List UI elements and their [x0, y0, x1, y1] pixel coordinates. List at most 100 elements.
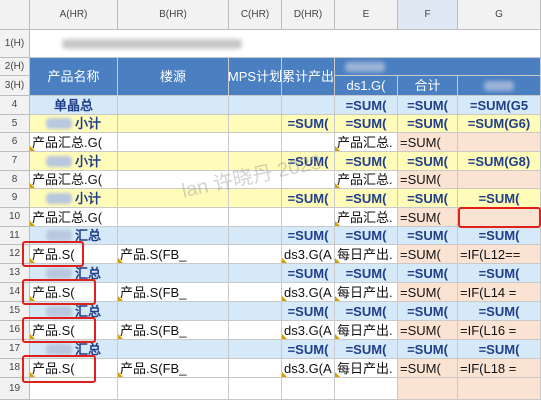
cell-d13[interactable]: =SUM( — [282, 264, 335, 283]
row-header-1[interactable]: 1(H) — [0, 30, 30, 58]
cell-g9[interactable]: =SUM( — [458, 189, 541, 208]
cell-b16[interactable]: 产品.S(FB_ — [118, 321, 229, 340]
cell-c6[interactable] — [229, 133, 282, 152]
row-header-5[interactable]: 5 — [0, 115, 30, 133]
cell-b8[interactable] — [118, 171, 229, 189]
row-header-6[interactable]: 6 — [0, 133, 30, 152]
cell-c11[interactable] — [229, 227, 282, 245]
cell-e11[interactable]: =SUM( — [335, 227, 398, 245]
cell-b9[interactable] — [118, 189, 229, 208]
column-header-chr[interactable]: C(HR) — [229, 0, 282, 30]
cell-c10[interactable] — [229, 208, 282, 227]
cell-a11[interactable]: 汇总 — [30, 227, 118, 245]
cell-g14[interactable]: =IF(L14 = — [458, 283, 541, 302]
row-header-18[interactable]: 18 — [0, 359, 30, 378]
cell-c19[interactable] — [229, 378, 282, 400]
cell-f17[interactable]: =SUM( — [398, 340, 458, 359]
cell-f11[interactable]: =SUM( — [398, 227, 458, 245]
cell-a14[interactable]: 产品.S( — [30, 283, 118, 302]
cell-d6[interactable] — [282, 133, 335, 152]
cell-f15[interactable]: =SUM( — [398, 302, 458, 321]
cell-b10[interactable] — [118, 208, 229, 227]
row-header-14[interactable]: 14 — [0, 283, 30, 302]
cell-c14[interactable] — [229, 283, 282, 302]
row-header-17[interactable]: 17 — [0, 340, 30, 359]
cell-c15[interactable] — [229, 302, 282, 321]
cell-d19[interactable] — [282, 378, 335, 400]
cell-f6[interactable]: =SUM( — [398, 133, 458, 152]
cell-f18[interactable]: =SUM( — [398, 359, 458, 378]
cell-a12[interactable]: 产品.S( — [30, 245, 118, 264]
cell-d18[interactable]: ds3.G(A — [282, 359, 335, 378]
cell-a7[interactable]: 小计 — [30, 152, 118, 171]
cell-g16[interactable]: =IF(L16 = — [458, 321, 541, 340]
cell-e5[interactable]: =SUM( — [335, 115, 398, 133]
cell-d5[interactable]: =SUM( — [282, 115, 335, 133]
cell-b12[interactable]: 产品.S(FB_ — [118, 245, 229, 264]
cell-c16[interactable] — [229, 321, 282, 340]
cell-a4[interactable]: 单晶总 — [30, 96, 118, 115]
cell-f16[interactable]: =SUM( — [398, 321, 458, 340]
cell-g4[interactable]: =SUM(G5 — [458, 96, 541, 115]
cell-f4[interactable]: =SUM( — [398, 96, 458, 115]
cell-e9[interactable]: =SUM( — [335, 189, 398, 208]
cell-g13[interactable]: =SUM( — [458, 264, 541, 283]
cell-c9[interactable] — [229, 189, 282, 208]
cell-e4[interactable]: =SUM( — [335, 96, 398, 115]
cell-e16[interactable]: 每日产出. — [335, 321, 398, 340]
row-header-10[interactable]: 10 — [0, 208, 30, 227]
cell-a15[interactable]: 汇总 — [30, 302, 118, 321]
column-header-e[interactable]: E — [335, 0, 398, 30]
cell-b4[interactable] — [118, 96, 229, 115]
cell-g5[interactable]: =SUM(G6) — [458, 115, 541, 133]
cell-f5[interactable]: =SUM( — [398, 115, 458, 133]
cell-f14[interactable]: =SUM( — [398, 283, 458, 302]
row-header-4[interactable]: 4 — [0, 96, 30, 115]
row-header-11[interactable]: 11 — [0, 227, 30, 245]
cell-g8[interactable] — [458, 171, 541, 189]
cell-a19[interactable] — [30, 378, 118, 400]
cell-a5[interactable]: 小计 — [30, 115, 118, 133]
column-header-ahr[interactable]: A(HR) — [30, 0, 118, 30]
cell-e7[interactable]: =SUM( — [335, 152, 398, 171]
cell-c8[interactable] — [229, 171, 282, 189]
row-header-12[interactable]: 12 — [0, 245, 30, 264]
cell-e13[interactable]: =SUM( — [335, 264, 398, 283]
cell-b17[interactable] — [118, 340, 229, 359]
row-header-3[interactable]: 3(H) — [0, 76, 30, 96]
cell-f19[interactable] — [398, 378, 458, 400]
cell-d7[interactable]: =SUM( — [282, 152, 335, 171]
column-header-dhr[interactable]: D(HR) — [282, 0, 335, 30]
cell-f8[interactable]: =SUM( — [398, 171, 458, 189]
cell-b19[interactable] — [118, 378, 229, 400]
row-header-16[interactable]: 16 — [0, 321, 30, 340]
cell-b11[interactable] — [118, 227, 229, 245]
cell-d15[interactable]: =SUM( — [282, 302, 335, 321]
row-header-2[interactable]: 2(H) — [0, 58, 30, 76]
cell-d14[interactable]: ds3.G(A — [282, 283, 335, 302]
cell-g10[interactable] — [458, 208, 541, 227]
cell-f13[interactable]: =SUM( — [398, 264, 458, 283]
column-header-g[interactable]: G — [458, 0, 541, 30]
row-header-13[interactable]: 13 — [0, 264, 30, 283]
cell-a17[interactable]: 汇总 — [30, 340, 118, 359]
cell-e17[interactable]: =SUM( — [335, 340, 398, 359]
cell-e6[interactable]: 产品汇总. — [335, 133, 398, 152]
cell-a10[interactable]: 产品汇总.G( — [30, 208, 118, 227]
cell-b6[interactable] — [118, 133, 229, 152]
column-header-f[interactable]: F — [398, 0, 458, 30]
cell-d4[interactable] — [282, 96, 335, 115]
row-header-15[interactable]: 15 — [0, 302, 30, 321]
cell-f10[interactable]: =SUM( — [398, 208, 458, 227]
cell-c12[interactable] — [229, 245, 282, 264]
cell-b15[interactable] — [118, 302, 229, 321]
cell-c17[interactable] — [229, 340, 282, 359]
cell-g17[interactable]: =SUM( — [458, 340, 541, 359]
row-header-9[interactable]: 9 — [0, 189, 30, 208]
cell-g15[interactable]: =SUM( — [458, 302, 541, 321]
cell-f7[interactable]: =SUM( — [398, 152, 458, 171]
cell-b13[interactable] — [118, 264, 229, 283]
cell-d17[interactable]: =SUM( — [282, 340, 335, 359]
cell-a13[interactable]: 汇总 — [30, 264, 118, 283]
cell-c7[interactable] — [229, 152, 282, 171]
